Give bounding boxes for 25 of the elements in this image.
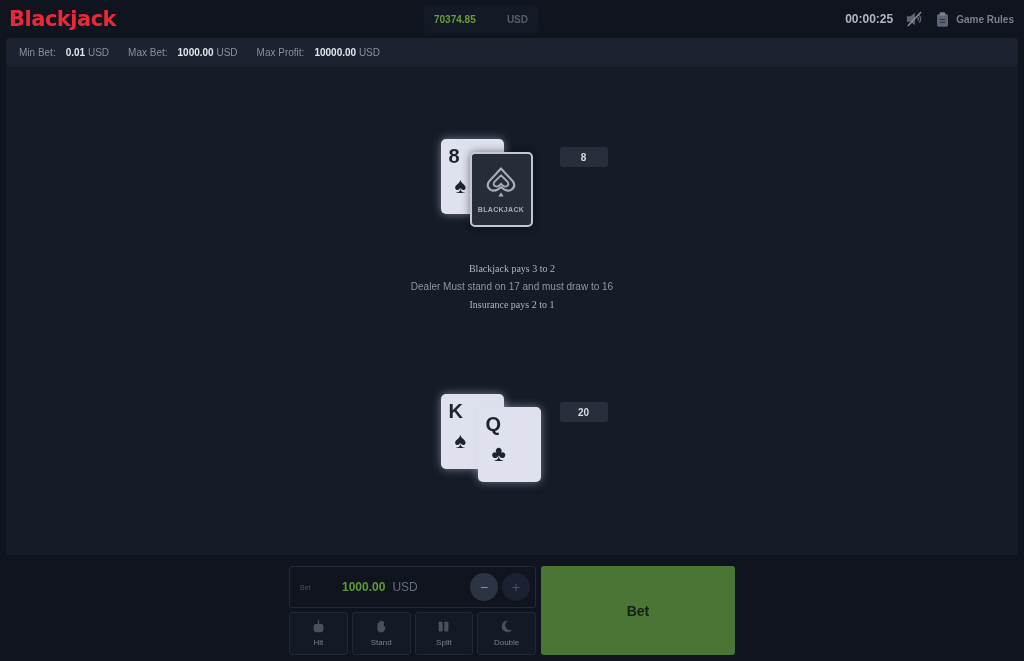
- balance-display: 70374.85 USD: [424, 5, 538, 33]
- limit-value: 1000.00 USD: [177, 47, 238, 58]
- sound-off-icon[interactable]: [905, 11, 924, 27]
- crescent-icon: [500, 620, 514, 633]
- clipboard-icon[interactable]: [937, 11, 949, 27]
- rule-text: Blackjack pays 3 to 2: [468, 262, 556, 276]
- logo: Blackjack: [9, 7, 117, 31]
- limit-value: 10000.00 USD: [314, 47, 380, 58]
- playing-card: Q ♣: [477, 407, 541, 482]
- decrease-button[interactable]: −: [470, 573, 498, 601]
- timer: 00:00:25: [845, 12, 894, 26]
- limit-label: Max Profit:: [256, 47, 305, 58]
- split-cards-icon: [437, 620, 451, 633]
- limit-label: Min Bet:: [19, 47, 56, 58]
- rule-text: Dealer Must stand on 17 and must draw to 16: [410, 280, 614, 294]
- game-rules-link[interactable]: Game Rules: [956, 13, 1014, 25]
- hand-icon: [374, 620, 388, 633]
- limit-label: Max Bet:: [128, 47, 168, 58]
- hand-total: 8: [559, 147, 608, 167]
- hand-total: 20: [559, 402, 608, 422]
- spade-logo-icon: [484, 166, 518, 200]
- card-arrow-icon: [311, 620, 325, 633]
- limit-value: 0.01 USD: [65, 47, 110, 58]
- rule-text: Insurance pays 2 to 1: [469, 298, 555, 312]
- bet-button[interactable]: Bet: [541, 566, 735, 655]
